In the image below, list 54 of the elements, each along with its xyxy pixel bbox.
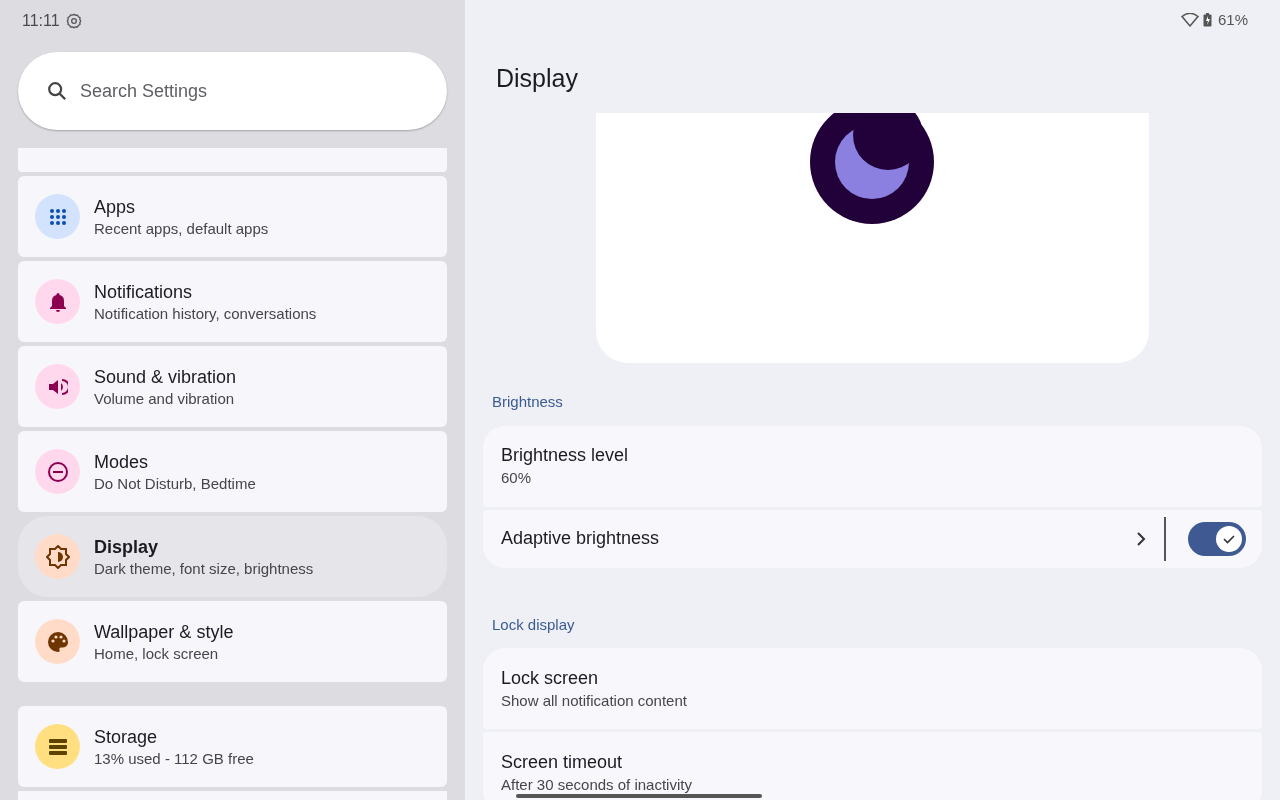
sidebar-item[interactable]: Storage 13% used - 112 GB free	[18, 706, 447, 787]
row-title: Adaptive brightness	[501, 527, 661, 550]
minus-circle-icon	[46, 460, 69, 483]
palette-icon	[46, 630, 69, 653]
storage-icon	[47, 737, 68, 756]
navigation-handle[interactable]	[516, 794, 762, 798]
row-title: Screen timeout	[501, 750, 624, 774]
row-title: Lock screen	[501, 666, 600, 690]
sidebar-item[interactable]: Sound & vibration Volume and vibration	[18, 346, 447, 427]
item-title: Display	[94, 535, 160, 559]
toggle-switch[interactable]	[1188, 521, 1246, 556]
brightness-icon	[45, 544, 70, 569]
sidebar-item[interactable]: Apps Recent apps, default apps	[18, 176, 447, 257]
item-subtitle: Notification history, conversations	[94, 303, 317, 324]
battery-icon	[1202, 13, 1212, 27]
dark-theme-icon	[810, 113, 934, 224]
settings-row[interactable]: Lock screen Show all notification content	[483, 648, 1262, 729]
page-title: Display	[495, 63, 579, 94]
sidebar-item[interactable]	[18, 148, 447, 172]
item-subtitle: 13% used - 112 GB free	[94, 748, 254, 769]
search-icon	[46, 80, 68, 102]
search-field[interactable]: Search Settings	[18, 52, 447, 130]
section-header: Lock display	[491, 614, 576, 635]
settings-row[interactable]: Adaptive brightness	[483, 509, 1262, 568]
settings-icon	[65, 13, 82, 29]
item-title: Apps	[94, 195, 137, 219]
row-subtitle: After 30 seconds of inactivity	[501, 774, 692, 795]
row-subtitle: 60%	[501, 468, 533, 488]
wifi-icon	[1180, 13, 1199, 27]
item-subtitle: Dark theme, font size, brightness	[94, 558, 314, 579]
chevron-right-icon[interactable]	[1136, 530, 1146, 547]
item-title: Sound & vibration	[94, 365, 237, 389]
battery-percent: 61%	[1217, 9, 1248, 30]
item-subtitle: Recent apps, default apps	[94, 218, 269, 239]
sidebar-item[interactable]: Display Dark theme, font size, brightness	[18, 516, 447, 597]
bell-icon	[48, 291, 67, 312]
item-subtitle: Home, lock screen	[94, 643, 220, 664]
item-title: Notifications	[94, 280, 194, 304]
item-subtitle: Volume and vibration	[94, 388, 236, 409]
sidebar-item[interactable]: Wallpaper & style Home, lock screen	[18, 601, 447, 682]
status-time: 11:11	[22, 11, 60, 31]
sidebar-item[interactable]: Notifications Notification history, conversations	[18, 261, 447, 342]
row-subtitle: Show all notification content	[501, 690, 687, 711]
item-title: Modes	[94, 450, 150, 474]
speaker-icon	[47, 377, 68, 396]
item-subtitle: Do Not Disturb, Bedtime	[94, 473, 256, 494]
settings-row[interactable]: Screen timeout After 30 seconds of inactivity	[483, 732, 1262, 800]
sidebar-item[interactable]: Modes Do Not Disturb, Bedtime	[18, 431, 447, 512]
section-header: Brightness	[491, 392, 564, 412]
row-title: Brightness level	[501, 444, 629, 467]
item-title: Storage	[94, 725, 159, 749]
item-title: Wallpaper & style	[94, 620, 234, 644]
apps-grid-icon	[48, 207, 67, 226]
settings-row[interactable]: Brightness level 60%	[483, 425, 1262, 507]
